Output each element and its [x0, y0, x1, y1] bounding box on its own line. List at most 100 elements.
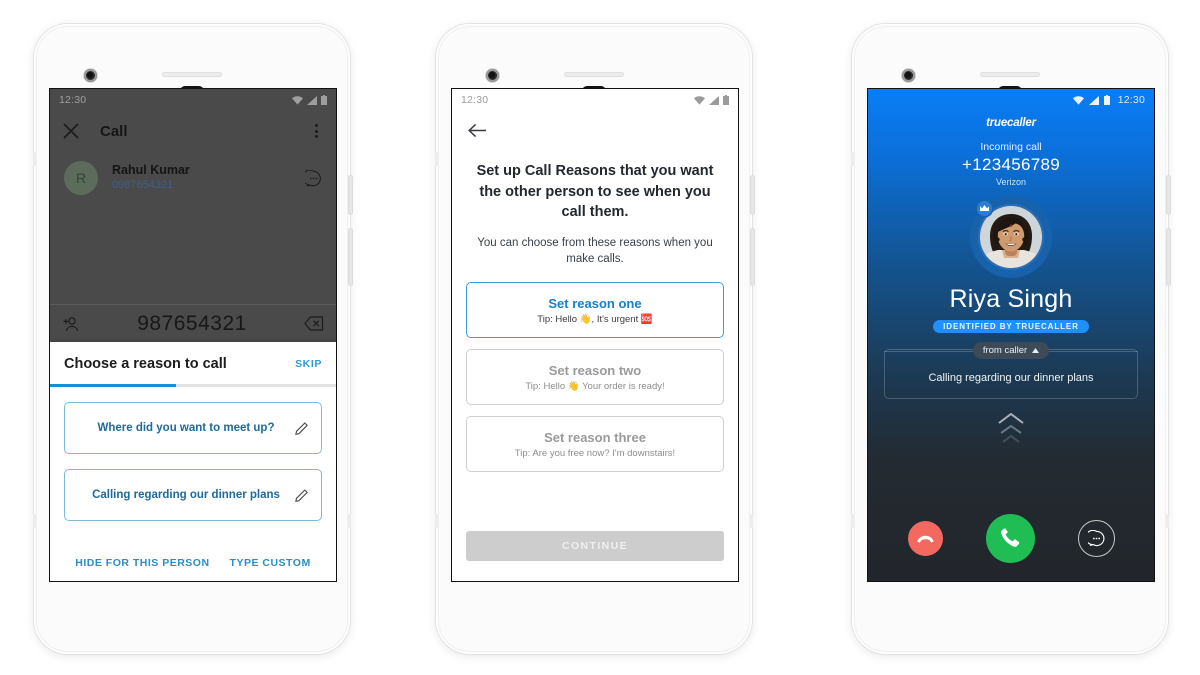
avatar-initial: R: [75, 170, 87, 186]
skip-button[interactable]: SKIP: [295, 358, 322, 370]
heading: Set up Call Reasons that you want the ot…: [476, 163, 714, 221]
accept-call-button[interactable]: [985, 514, 1035, 563]
phone-mockup-2: 12:30 Set up Call Reasons that you want …: [435, 24, 754, 654]
chevron-up-icon: [1002, 435, 1020, 443]
earpiece-speaker: [564, 72, 624, 77]
progress-bar: [50, 384, 336, 387]
signal-icon: [1088, 95, 1099, 105]
signal-icon: [307, 95, 317, 105]
earpiece-speaker: [162, 72, 222, 77]
reason-title: Set reason two: [548, 362, 642, 378]
volume-button[interactable]: [751, 229, 754, 285]
reason-title: Set reason one: [548, 295, 642, 311]
reason-text: Calling regarding our dinner plans: [92, 489, 280, 501]
avatar: [970, 196, 1052, 278]
close-icon[interactable]: [62, 122, 80, 140]
phone-mockup-3: 12:30 truecaller Incoming call +12345678…: [851, 24, 1170, 654]
status-icons: [292, 95, 327, 105]
phone2-screen: 12:30 Set up Call Reasons that you want …: [451, 88, 739, 582]
phone-mockup-1: 12:30 Call R Rahul Kumar 0987654321 9876…: [33, 24, 352, 654]
contact-name: Rahul Kumar: [112, 163, 190, 178]
battery-icon: [321, 95, 327, 105]
reason-bottom-sheet: Choose a reason to call SKIP Where did y…: [50, 342, 336, 581]
power-button[interactable]: [1167, 176, 1170, 214]
profile-photo-woman: [980, 206, 1042, 268]
from-caller-label: from caller: [982, 345, 1028, 356]
status-time: 12:30: [59, 94, 87, 106]
volume-button[interactable]: [349, 229, 352, 285]
reason-card[interactable]: Where did you want to meet up?: [64, 402, 322, 454]
type-custom-button[interactable]: TYPE CUSTOM: [230, 557, 311, 569]
set-reason-three-card[interactable]: Set reason three Tip: Are you free now? …: [466, 416, 724, 473]
frame-edge-detail: [33, 152, 36, 166]
sheet-actions: HIDE FOR THIS PERSON TYPE CUSTOM: [50, 557, 336, 569]
back-button[interactable]: [452, 111, 738, 143]
call-actions: [868, 514, 1154, 563]
battery-icon: [1103, 95, 1110, 105]
pencil-icon[interactable]: [295, 488, 309, 502]
frame-edge-detail: [851, 514, 854, 528]
message-bubble-icon[interactable]: [305, 169, 322, 187]
page-title: Call: [100, 122, 128, 140]
front-camera-icon: [486, 69, 499, 82]
contact-number: 0987654321: [112, 179, 174, 192]
carrier-label: Verizon: [995, 177, 1027, 187]
phone-hangup-icon: [916, 535, 934, 543]
frame-edge-detail: [435, 514, 438, 528]
status-time: 12:30: [1117, 94, 1145, 106]
back-arrow-icon[interactable]: [468, 123, 487, 138]
earpiece-speaker: [980, 72, 1040, 77]
reason-card[interactable]: Calling regarding our dinner plans: [64, 469, 322, 521]
message-bubble-icon: [1087, 530, 1104, 547]
dial-bar: 987654321: [50, 304, 336, 342]
status-badge: IDENTIFIED BY TRUECALLER: [933, 320, 1089, 333]
front-camera-icon: [84, 69, 97, 82]
frame-edge-detail: [750, 514, 753, 528]
wifi-icon: [694, 95, 705, 105]
chevron-up-stack-icon[interactable]: [868, 413, 1154, 443]
intro-text-block: Set up Call Reasons that you want the ot…: [452, 143, 738, 268]
volume-button[interactable]: [1167, 229, 1170, 285]
hide-for-person-button[interactable]: HIDE FOR THIS PERSON: [75, 557, 209, 569]
sheet-header: Choose a reason to call SKIP: [50, 342, 336, 384]
call-reason-block: from caller Calling regarding our dinner…: [884, 342, 1138, 399]
wifi-icon: [1072, 95, 1084, 105]
sheet-title: Choose a reason to call: [64, 356, 227, 372]
phone-icon: [1000, 528, 1019, 547]
reason-tip: Tip: Hello 👋, It's urgent 🆘: [537, 313, 653, 325]
power-button[interactable]: [349, 176, 352, 214]
frame-edge-detail: [33, 514, 36, 528]
contact-row[interactable]: R Rahul Kumar 0987654321: [50, 151, 336, 195]
decline-call-button[interactable]: [907, 521, 943, 556]
reason-tip: Tip: Are you free now? I'm downstairs!: [514, 447, 676, 459]
set-reason-two-card[interactable]: Set reason two Tip: Hello 👋 Your order i…: [466, 349, 724, 406]
pencil-icon[interactable]: [295, 421, 309, 435]
add-person-icon[interactable]: [62, 316, 80, 332]
message-button[interactable]: [1077, 520, 1115, 557]
power-button[interactable]: [751, 176, 754, 214]
truecaller-logo: truecaller: [986, 117, 1036, 129]
reason-text: Where did you want to meet up?: [97, 422, 275, 434]
set-reason-one-card[interactable]: Set reason one Tip: Hello 👋, It's urgent…: [466, 282, 724, 339]
wifi-icon: [292, 95, 303, 105]
battery-icon: [723, 95, 729, 105]
contact-info: Rahul Kumar 0987654321: [112, 162, 305, 194]
from-caller-chip[interactable]: from caller: [972, 342, 1050, 359]
status-bar: 12:30: [868, 89, 1154, 111]
profile-photo: [980, 206, 1042, 268]
frame-edge-detail: [435, 152, 438, 166]
continue-button[interactable]: CONTINUE: [466, 531, 724, 561]
caller-number: +123456789: [961, 155, 1061, 174]
incoming-call-label: Incoming call: [980, 141, 1042, 153]
subheading: You can choose from these reasons when y…: [477, 236, 713, 266]
progress-fill: [50, 384, 176, 387]
status-bar: 12:30: [452, 89, 738, 111]
backspace-icon[interactable]: [304, 316, 324, 331]
frame-edge-detail: [1166, 514, 1169, 528]
status-time: 12:30: [461, 94, 489, 106]
kebab-menu-icon[interactable]: [308, 124, 324, 138]
reason-card-list: Set reason one Tip: Hello 👋, It's urgent…: [452, 282, 738, 473]
status-bar: 12:30: [50, 89, 336, 111]
front-camera-icon: [902, 69, 915, 82]
reason-title: Set reason three: [544, 429, 646, 445]
